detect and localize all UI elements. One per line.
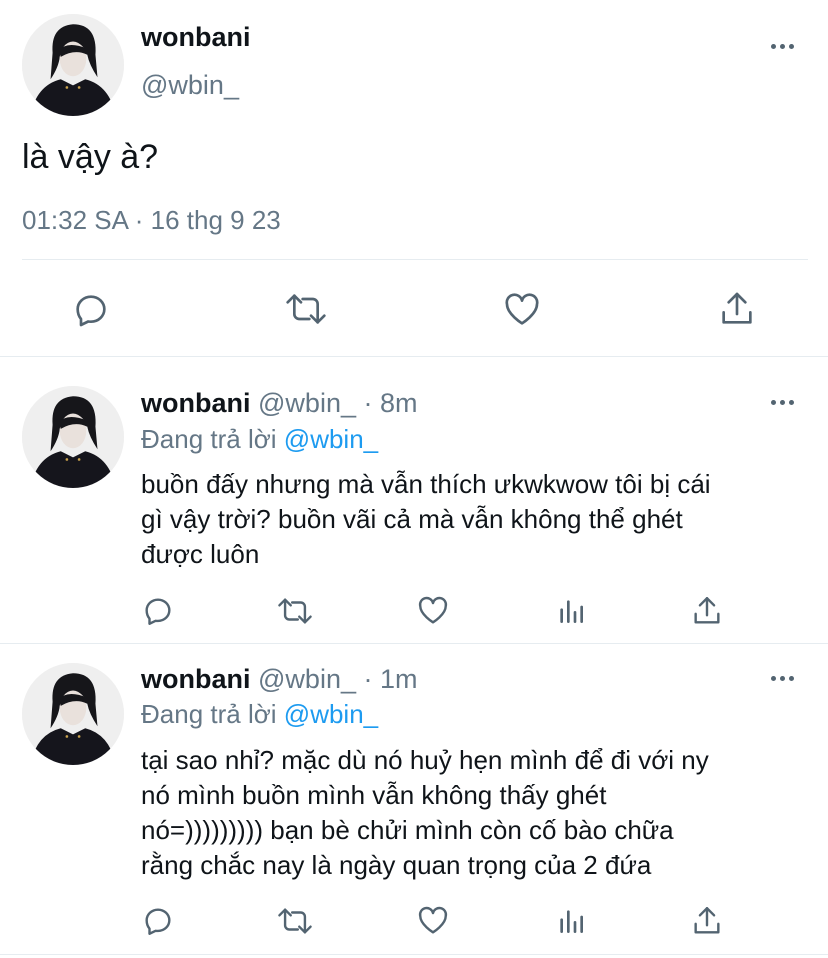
more-options-icon[interactable] bbox=[771, 44, 794, 49]
handle[interactable]: @wbin_ bbox=[258, 388, 356, 418]
reply-time[interactable]: · 8m bbox=[364, 388, 418, 418]
display-name[interactable]: wonbani bbox=[141, 388, 251, 418]
tweet-timestamp[interactable]: 01:32 SA · 16 thg 9 23 bbox=[22, 205, 281, 236]
text-line: gì vậy trời? buồn vãi cả mà vẫn không th… bbox=[141, 504, 683, 534]
handle[interactable]: @wbin_ bbox=[258, 664, 356, 694]
reply-icon[interactable] bbox=[71, 290, 111, 330]
avatar[interactable] bbox=[22, 386, 124, 488]
display-name[interactable]: wonbani bbox=[141, 22, 251, 53]
reply-header: wonbani @wbin_ · 1m bbox=[141, 664, 418, 695]
text-line: nó=))))))))) bạn bè chửi mình còn cố bào… bbox=[141, 815, 674, 845]
text-line: được luôn bbox=[141, 539, 260, 569]
like-icon[interactable] bbox=[501, 290, 543, 330]
reply-time[interactable]: · 1m bbox=[364, 664, 418, 694]
avatar-image bbox=[22, 663, 124, 765]
replying-to: Đang trả lời @wbin_ bbox=[141, 699, 378, 730]
replying-to-link[interactable]: @wbin_ bbox=[284, 699, 378, 729]
more-options-icon[interactable] bbox=[771, 676, 794, 681]
avatar-image bbox=[22, 386, 124, 488]
replying-to-link[interactable]: @wbin_ bbox=[284, 424, 378, 454]
text-line: rằng chắc nay là ngày quan trọng của 2 đ… bbox=[141, 850, 652, 880]
share-icon[interactable] bbox=[717, 288, 757, 330]
retweet-icon[interactable] bbox=[284, 289, 328, 329]
more-options-icon[interactable] bbox=[771, 400, 794, 405]
avatar[interactable] bbox=[22, 14, 124, 116]
reply-icon[interactable] bbox=[141, 594, 175, 628]
text-line: nó mình buồn mình vẫn không thấy ghét bbox=[141, 780, 607, 810]
avatar[interactable] bbox=[22, 663, 124, 765]
analytics-icon[interactable] bbox=[555, 594, 587, 628]
divider bbox=[0, 356, 828, 357]
like-icon[interactable] bbox=[415, 594, 451, 628]
like-icon[interactable] bbox=[415, 904, 451, 938]
replying-label: Đang trả lời bbox=[141, 699, 277, 729]
share-icon[interactable] bbox=[690, 903, 724, 939]
share-icon[interactable] bbox=[690, 593, 724, 629]
divider bbox=[0, 954, 828, 955]
analytics-icon[interactable] bbox=[555, 904, 587, 938]
tweet-text: là vậy à? bbox=[22, 138, 159, 176]
replying-label: Đang trả lời bbox=[141, 424, 277, 454]
text-line: buồn đấy nhưng mà vẫn thích ưkwkwow tôi … bbox=[141, 469, 711, 499]
divider bbox=[0, 643, 828, 644]
handle[interactable]: @wbin_ bbox=[141, 70, 239, 101]
reply-header: wonbani @wbin_ · 8m bbox=[141, 388, 418, 419]
tweet-text: tại sao nhỉ? mặc dù nó huỷ hẹn mình để đ… bbox=[141, 743, 709, 883]
retweet-icon[interactable] bbox=[276, 904, 314, 938]
replying-to: Đang trả lời @wbin_ bbox=[141, 424, 378, 455]
retweet-icon[interactable] bbox=[276, 594, 314, 628]
reply-icon[interactable] bbox=[141, 904, 175, 938]
divider bbox=[22, 259, 808, 260]
display-name[interactable]: wonbani bbox=[141, 664, 251, 694]
tweet-text: buồn đấy nhưng mà vẫn thích ưkwkwow tôi … bbox=[141, 467, 711, 572]
text-line: tại sao nhỉ? mặc dù nó huỷ hẹn mình để đ… bbox=[141, 745, 709, 775]
avatar-image bbox=[22, 14, 124, 116]
